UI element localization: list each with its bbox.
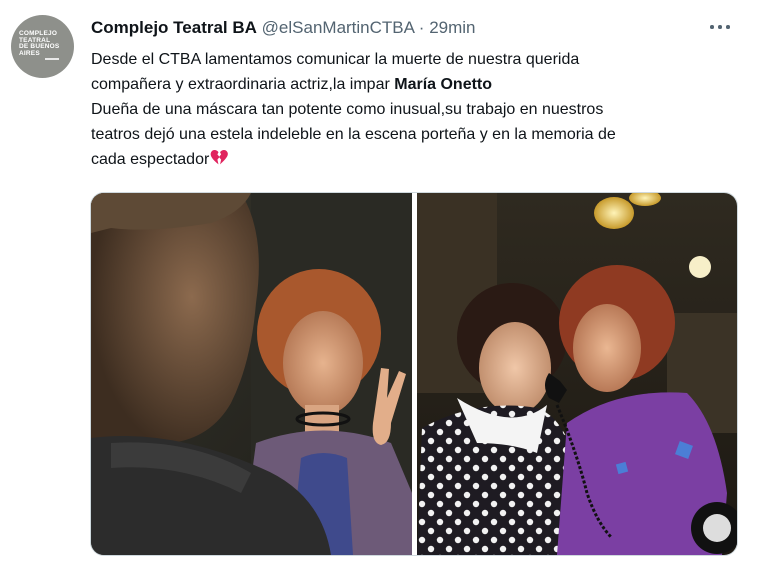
- tweet-text-line: teatros dejó una estela indeleble en la …: [91, 126, 616, 143]
- tweet-media[interactable]: [90, 192, 738, 556]
- photo-stage-scene-right[interactable]: [417, 193, 737, 555]
- avatar-logo: COMPLEJO TEATRAL DE BUENOS AIRES: [19, 30, 69, 57]
- broken-heart-icon: [210, 150, 229, 165]
- user-handle[interactable]: @elSanMartinCTBA: [262, 18, 414, 37]
- tweet-header: Complejo Teatral BA @elSanMartinCTBA · 2…: [91, 17, 476, 39]
- tweet-text-span: compañera y extraordinaria actriz,la imp…: [91, 76, 395, 93]
- separator: ·: [418, 18, 425, 37]
- tweet-text-line: Dueña de una máscara tan potente como in…: [91, 101, 604, 118]
- photo-stage-scene-left[interactable]: [91, 193, 412, 555]
- tweet-text-line: compañera y extraordinaria actriz,la imp…: [91, 72, 741, 97]
- logo-line: AIRES: [19, 49, 40, 57]
- tweet-text-span: cada espectador: [91, 151, 210, 168]
- logo-mark: [45, 58, 59, 60]
- tweet[interactable]: COMPLEJO TEATRAL DE BUENOS AIRES Complej…: [0, 0, 767, 573]
- timestamp[interactable]: 29min: [429, 18, 475, 37]
- tweet-text-line: Desde el CTBA lamentamos comunicar la mu…: [91, 51, 580, 68]
- tweet-text-line: cada espectador: [91, 147, 741, 172]
- avatar[interactable]: COMPLEJO TEATRAL DE BUENOS AIRES: [11, 15, 74, 78]
- mentioned-name: María Onetto: [394, 76, 493, 93]
- tweet-text: Desde el CTBA lamentamos comunicar la mu…: [91, 47, 741, 172]
- display-name[interactable]: Complejo Teatral BA: [91, 18, 257, 37]
- more-options-icon[interactable]: [708, 14, 732, 38]
